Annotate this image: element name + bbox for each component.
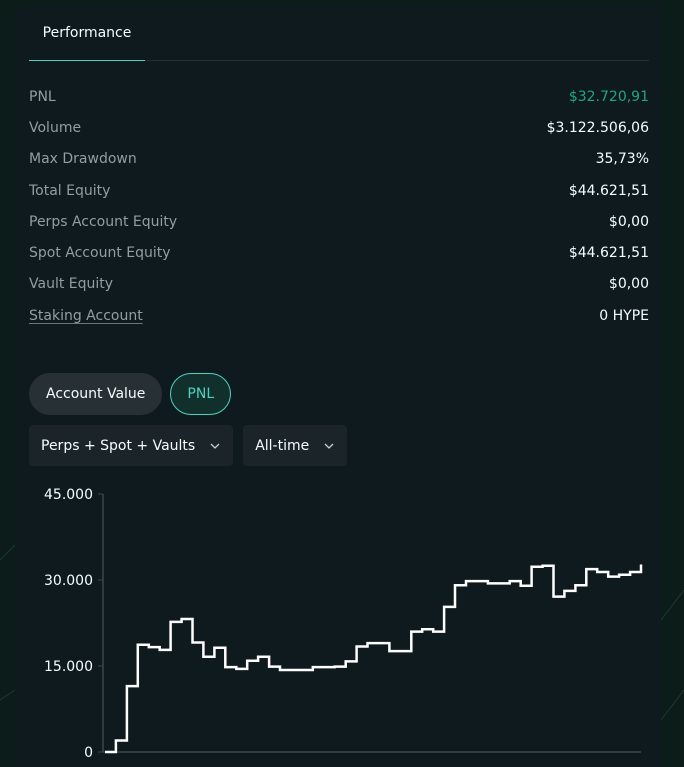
tab-active-indicator	[29, 60, 145, 61]
stat-row-perps-equity: Perps Account Equity $0,00	[29, 206, 649, 237]
stat-value: $44.621,51	[568, 182, 649, 199]
tab-performance[interactable]: Performance	[29, 5, 145, 61]
stat-row-total-equity: Total Equity $44.621,51	[29, 175, 649, 206]
y-tick-label: 15.000	[44, 659, 93, 675]
stat-label: Total Equity	[29, 182, 111, 199]
y-tick-label: 45.000	[44, 487, 93, 503]
tab-bar: Performance	[29, 5, 649, 61]
stat-value: $32.720,91	[568, 88, 649, 105]
stat-row-staking-account: Staking Account 0 HYPE	[29, 300, 649, 331]
stat-label: Max Drawdown	[29, 151, 137, 168]
stat-row-vault-equity: Vault Equity $0,00	[29, 269, 649, 300]
performance-panel: Performance PNL $32.720,91 Volume $3.122…	[15, 5, 661, 767]
y-tick-label: 0	[84, 745, 93, 761]
chart-mode-toggle: Account Value PNL	[29, 373, 232, 415]
range-dropdown-value: All-time	[255, 437, 310, 454]
scope-dropdown-value: Perps + Spot + Vaults	[41, 437, 196, 454]
stat-row-pnl: PNL $32.720,91	[29, 81, 649, 112]
chevron-down-icon	[210, 443, 220, 449]
tab-performance-label: Performance	[42, 25, 132, 41]
pnl-chart: 45.000 30.000 15.000 0	[15, 475, 661, 767]
account-value-button[interactable]: Account Value	[29, 373, 163, 415]
stat-row-spot-equity: Spot Account Equity $44.621,51	[29, 237, 649, 268]
pnl-button[interactable]: PNL	[170, 373, 232, 415]
stat-label: Vault Equity	[29, 276, 114, 293]
stat-value: 35,73%	[595, 151, 649, 168]
stat-row-max-drawdown: Max Drawdown 35,73%	[29, 144, 649, 175]
y-tick-label: 30.000	[44, 573, 93, 589]
stat-value: $0,00	[608, 276, 649, 293]
stats-list: PNL $32.720,91 Volume $3.122.506,06 Max …	[29, 81, 649, 331]
chart-filters: Perps + Spot + Vaults All-time	[29, 425, 348, 466]
stat-label: Volume	[29, 119, 82, 136]
scope-dropdown[interactable]: Perps + Spot + Vaults	[29, 425, 234, 466]
stat-value: $3.122.506,06	[546, 119, 649, 136]
chevron-down-icon	[324, 443, 334, 449]
stat-value: 0 HYPE	[599, 307, 649, 324]
pnl-chart-svg: 45.000 30.000 15.000 0	[44, 487, 643, 761]
stat-label: Spot Account Equity	[29, 245, 171, 262]
stat-row-volume: Volume $3.122.506,06	[29, 112, 649, 143]
staking-account-link[interactable]: Staking Account	[29, 308, 143, 324]
stat-value: $0,00	[608, 213, 649, 230]
stat-label: PNL	[29, 88, 56, 105]
range-dropdown[interactable]: All-time	[243, 425, 348, 466]
stat-label: Perps Account Equity	[29, 213, 178, 230]
pnl-series-line	[105, 564, 643, 754]
stat-value: $44.621,51	[568, 245, 649, 262]
